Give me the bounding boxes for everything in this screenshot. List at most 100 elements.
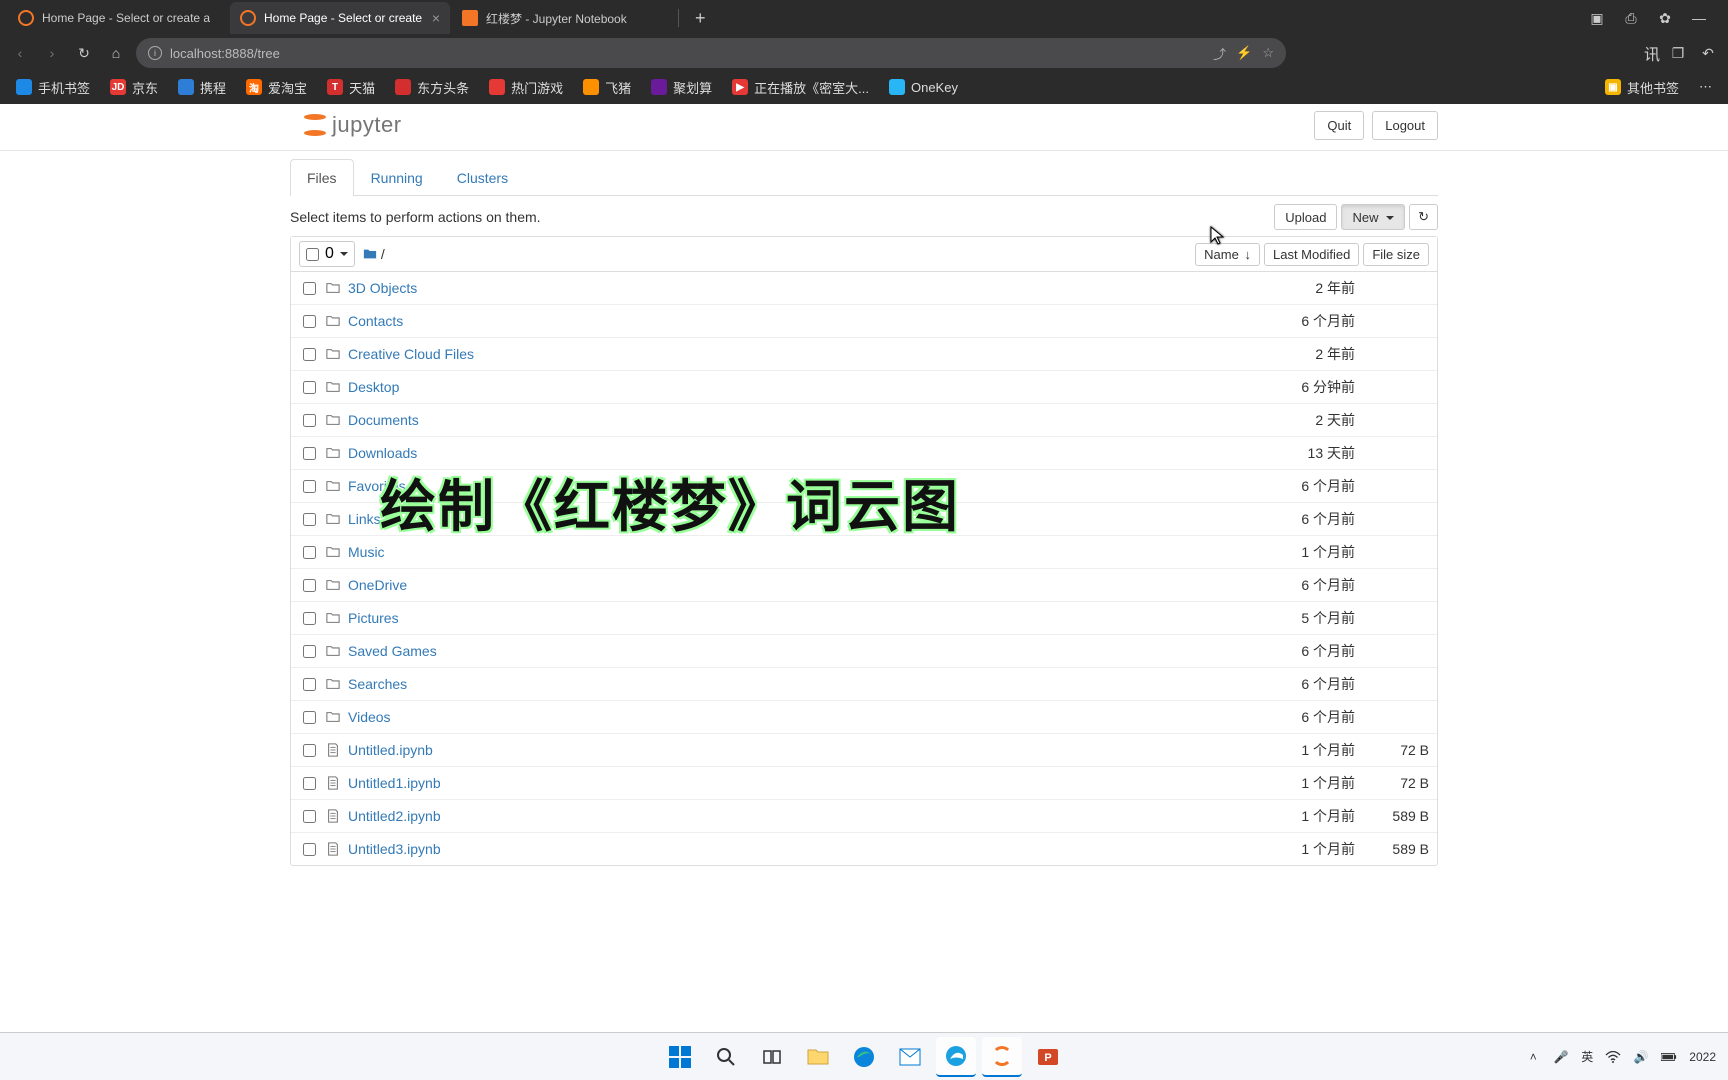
extensions-icon[interactable]: ✿ bbox=[1656, 9, 1674, 27]
back-button[interactable]: ‹ bbox=[8, 41, 32, 65]
row-checkbox[interactable] bbox=[303, 480, 316, 493]
other-bookmarks[interactable]: ▣ 其他书签 bbox=[1597, 74, 1687, 101]
row-checkbox[interactable] bbox=[303, 645, 316, 658]
item-name-link[interactable]: Favorites bbox=[348, 478, 406, 494]
clock-year[interactable]: 2022 bbox=[1689, 1050, 1716, 1064]
bookmark-item[interactable]: 聚划算 bbox=[643, 74, 720, 101]
upload-button[interactable]: Upload bbox=[1274, 204, 1337, 230]
breadcrumb[interactable]: / bbox=[363, 246, 385, 262]
item-name-link[interactable]: Music bbox=[348, 544, 385, 560]
tab-0[interactable]: Home Page - Select or create a bbox=[8, 2, 228, 34]
sort-size-button[interactable]: File size bbox=[1363, 243, 1429, 266]
tab-running[interactable]: Running bbox=[354, 159, 440, 196]
row-checkbox[interactable] bbox=[303, 282, 316, 295]
item-name-link[interactable]: 3D Objects bbox=[348, 280, 417, 296]
tab-clusters[interactable]: Clusters bbox=[440, 159, 525, 196]
site-info-icon[interactable]: i bbox=[148, 46, 162, 60]
select-all-group[interactable]: 0 bbox=[299, 241, 355, 267]
bolt-icon[interactable]: ⚡ bbox=[1236, 45, 1252, 61]
item-name-link[interactable]: Desktop bbox=[348, 379, 399, 395]
item-name-link[interactable]: OneDrive bbox=[348, 577, 407, 593]
row-checkbox[interactable] bbox=[303, 315, 316, 328]
item-name-link[interactable]: Saved Games bbox=[348, 643, 437, 659]
row-checkbox[interactable] bbox=[303, 810, 316, 823]
reload-button[interactable]: ↻ bbox=[72, 41, 96, 65]
item-name-link[interactable]: Downloads bbox=[348, 445, 417, 461]
sort-modified-button[interactable]: Last Modified bbox=[1264, 243, 1359, 266]
item-name-link[interactable]: Documents bbox=[348, 412, 419, 428]
row-checkbox[interactable] bbox=[303, 546, 316, 559]
quit-button[interactable]: Quit bbox=[1314, 111, 1364, 140]
search-button[interactable] bbox=[706, 1037, 746, 1077]
row-checkbox[interactable] bbox=[303, 447, 316, 460]
mail-icon[interactable] bbox=[890, 1037, 930, 1077]
extension-badge[interactable]: 讯 bbox=[1644, 41, 1660, 65]
jupyter-logo[interactable]: jupyter bbox=[302, 112, 402, 138]
sort-name-button[interactable]: Name ↓ bbox=[1195, 243, 1260, 266]
edge-icon[interactable] bbox=[844, 1037, 884, 1077]
jupyter-app-icon[interactable] bbox=[982, 1037, 1022, 1077]
tray-chevron-icon[interactable]: ˄ bbox=[1525, 1049, 1541, 1065]
bookmark-item[interactable]: 飞猪 bbox=[575, 74, 639, 101]
item-name-link[interactable]: Untitled3.ipynb bbox=[348, 841, 441, 857]
item-name-link[interactable]: Links bbox=[348, 511, 381, 527]
bookmark-item[interactable]: JD京东 bbox=[102, 74, 166, 101]
powerpoint-icon[interactable]: P bbox=[1028, 1037, 1068, 1077]
volume-icon[interactable]: 🔊 bbox=[1633, 1049, 1649, 1065]
tab-1[interactable]: Home Page - Select or create × bbox=[230, 2, 450, 34]
bookmark-item[interactable]: ▶正在播放《密室大... bbox=[724, 74, 877, 101]
item-name-link[interactable]: Untitled2.ipynb bbox=[348, 808, 441, 824]
wifi-icon[interactable] bbox=[1605, 1049, 1621, 1065]
start-button[interactable] bbox=[660, 1037, 700, 1077]
logout-button[interactable]: Logout bbox=[1372, 111, 1438, 140]
close-icon[interactable]: × bbox=[432, 10, 440, 26]
item-name-link[interactable]: Untitled.ipynb bbox=[348, 742, 433, 758]
item-name-link[interactable]: Untitled1.ipynb bbox=[348, 775, 441, 791]
forward-button[interactable]: › bbox=[40, 41, 64, 65]
item-name-link[interactable]: Creative Cloud Files bbox=[348, 346, 474, 362]
row-checkbox[interactable] bbox=[303, 777, 316, 790]
task-view-button[interactable] bbox=[752, 1037, 792, 1077]
item-name-link[interactable]: Pictures bbox=[348, 610, 399, 626]
new-tab-button[interactable]: + bbox=[685, 8, 716, 29]
refresh-button[interactable]: ↻ bbox=[1409, 204, 1438, 230]
row-checkbox[interactable] bbox=[303, 612, 316, 625]
bookmark-item[interactable]: 热门游戏 bbox=[481, 74, 571, 101]
favorite-icon[interactable]: ☆ bbox=[1262, 45, 1274, 61]
row-checkbox[interactable] bbox=[303, 711, 316, 724]
tab-2[interactable]: 红楼梦 - Jupyter Notebook bbox=[452, 2, 672, 34]
row-checkbox[interactable] bbox=[303, 348, 316, 361]
bookmark-item[interactable]: OneKey bbox=[881, 74, 966, 101]
ime-indicator[interactable]: 英 bbox=[1581, 1048, 1593, 1065]
battery-icon[interactable] bbox=[1661, 1049, 1677, 1065]
row-checkbox[interactable] bbox=[303, 678, 316, 691]
select-all-checkbox[interactable] bbox=[306, 248, 319, 261]
row-checkbox[interactable] bbox=[303, 579, 316, 592]
printer-icon[interactable]: ⎙ bbox=[1622, 9, 1640, 27]
bookmark-item[interactable]: 手机书签 bbox=[8, 74, 98, 101]
puzzle-icon[interactable]: ❐ bbox=[1666, 41, 1690, 65]
bookmark-item[interactable]: T天猫 bbox=[319, 74, 383, 101]
bookmark-item[interactable]: 东方头条 bbox=[387, 74, 477, 101]
row-checkbox[interactable] bbox=[303, 513, 316, 526]
home-button[interactable]: ⌂ bbox=[104, 41, 128, 65]
item-name-link[interactable]: Searches bbox=[348, 676, 407, 692]
mic-icon[interactable]: 🎤 bbox=[1553, 1049, 1569, 1065]
sidebar-icon[interactable]: ▣ bbox=[1588, 9, 1606, 27]
edge-legacy-icon[interactable] bbox=[936, 1037, 976, 1077]
row-checkbox[interactable] bbox=[303, 843, 316, 856]
share-icon[interactable]: ⤴ bbox=[1213, 44, 1226, 63]
item-name-link[interactable]: Contacts bbox=[348, 313, 403, 329]
minimize-icon[interactable]: ― bbox=[1690, 9, 1708, 27]
explorer-icon[interactable] bbox=[798, 1037, 838, 1077]
tab-files[interactable]: Files bbox=[290, 159, 354, 196]
new-button[interactable]: New bbox=[1341, 204, 1405, 230]
row-checkbox[interactable] bbox=[303, 744, 316, 757]
address-bar[interactable]: i localhost:8888/tree ⤴ ⚡ ☆ bbox=[136, 38, 1286, 68]
bookmark-overflow[interactable]: ⋯ bbox=[1691, 74, 1720, 101]
row-checkbox[interactable] bbox=[303, 414, 316, 427]
bookmark-item[interactable]: 携程 bbox=[170, 74, 234, 101]
row-checkbox[interactable] bbox=[303, 381, 316, 394]
item-name-link[interactable]: Videos bbox=[348, 709, 391, 725]
undo-icon[interactable]: ↶ bbox=[1696, 41, 1720, 65]
